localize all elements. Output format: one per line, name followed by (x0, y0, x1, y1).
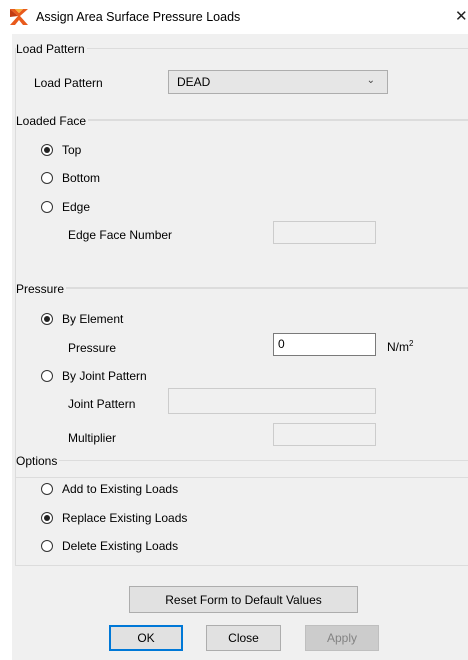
ok-button[interactable]: OK (109, 625, 183, 651)
pressure-unit-exponent: 2 (409, 339, 414, 348)
radio-replace-existing[interactable]: Replace Existing Loads (41, 510, 187, 526)
radio-add-to-existing[interactable]: Add to Existing Loads (41, 481, 178, 497)
radio-edge-label: Edge (62, 200, 91, 214)
joint-pattern-field[interactable] (168, 388, 376, 414)
radio-top[interactable]: Top (41, 142, 81, 158)
radio-bottom-label: Bottom (62, 171, 101, 185)
edge-face-number-field[interactable] (273, 221, 376, 244)
load-pattern-group: Load Pattern Load Pattern DEAD ⌄ (15, 42, 468, 120)
joint-pattern-label: Joint Pattern (68, 397, 136, 411)
loaded-face-group-label: Loaded Face (16, 114, 89, 128)
edge-face-number-label: Edge Face Number (68, 228, 173, 242)
radio-by-element[interactable]: By Element (41, 311, 123, 327)
radio-delete-existing-label: Delete Existing Loads (62, 539, 179, 553)
options-group: Options Add to Existing Loads Replace Ex… (15, 454, 468, 566)
radio-delete-existing[interactable]: Delete Existing Loads (41, 538, 178, 554)
radio-edge-indicator[interactable] (41, 201, 53, 213)
load-pattern-select[interactable]: DEAD ⌄ (168, 70, 388, 94)
radio-add-to-existing-label: Add to Existing Loads (62, 482, 179, 496)
radio-top-label: Top (62, 143, 82, 157)
dialog-client-area: Load Pattern Load Pattern DEAD ⌄ Loaded … (12, 34, 468, 660)
reset-form-button[interactable]: Reset Form to Default Values (129, 586, 358, 613)
pressure-input[interactable]: 0 (273, 333, 376, 356)
pressure-unit: N/m2 (387, 339, 413, 354)
radio-top-indicator[interactable] (41, 144, 53, 156)
radio-by-joint-pattern-label: By Joint Pattern (62, 369, 147, 383)
pressure-unit-base: N/m (387, 340, 409, 354)
pressure-group-label: Pressure (16, 282, 67, 296)
options-group-label: Options (16, 454, 60, 468)
radio-bottom[interactable]: Bottom (41, 170, 100, 186)
radio-add-to-existing-indicator[interactable] (41, 483, 53, 495)
radio-by-joint-pattern-indicator[interactable] (41, 370, 53, 382)
pressure-group: Pressure By Element Pressure 0 N/m2 By J… (15, 282, 468, 478)
radio-edge[interactable]: Edge (41, 199, 90, 215)
radio-delete-existing-indicator[interactable] (41, 540, 53, 552)
radio-bottom-indicator[interactable] (41, 172, 53, 184)
radio-by-element-indicator[interactable] (41, 313, 53, 325)
chevron-down-icon: ⌄ (366, 75, 375, 86)
pressure-label: Pressure (68, 341, 117, 355)
radio-replace-existing-indicator[interactable] (41, 512, 53, 524)
apply-button[interactable]: Apply (305, 625, 379, 651)
load-pattern-group-label: Load Pattern (16, 42, 87, 56)
radio-by-element-label: By Element (62, 312, 124, 326)
radio-by-joint-pattern[interactable]: By Joint Pattern (41, 368, 147, 384)
radio-replace-existing-label: Replace Existing Loads (62, 511, 188, 525)
load-pattern-field-label: Load Pattern (34, 76, 103, 90)
title-bar: Assign Area Surface Pressure Loads ✕ (0, 0, 468, 34)
load-pattern-selected-value: DEAD (177, 75, 211, 89)
multiplier-field[interactable] (273, 423, 376, 446)
sap-app-icon (10, 9, 28, 25)
close-button[interactable]: Close (206, 625, 281, 651)
window-title: Assign Area Surface Pressure Loads (36, 10, 241, 24)
close-window-icon[interactable]: ✕ (455, 7, 468, 25)
loaded-face-group: Loaded Face Top Bottom Edge Edge Face Nu… (15, 114, 468, 288)
multiplier-label: Multiplier (68, 431, 117, 445)
